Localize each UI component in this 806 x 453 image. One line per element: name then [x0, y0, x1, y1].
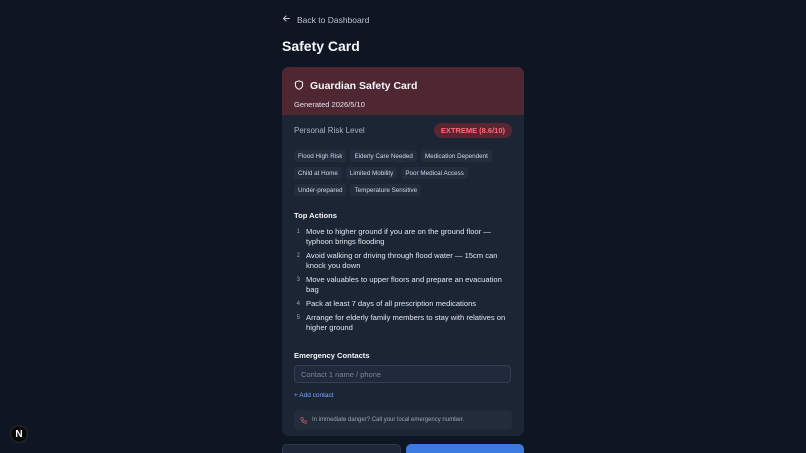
- risk-tag: Child at Home: [294, 167, 342, 179]
- action-item: 5 Arrange for elderly family members to …: [294, 313, 512, 333]
- risk-level-label: Personal Risk Level: [294, 125, 365, 135]
- action-number: 4: [296, 301, 300, 307]
- action-text: Move valuables to upper floors and prepa…: [306, 275, 502, 294]
- top-actions-heading: Top Actions: [294, 211, 338, 220]
- card-header: Guardian Safety Card Generated 2026/5/10: [282, 67, 524, 115]
- card-title: Guardian Safety Card: [310, 80, 418, 92]
- risk-tag: Medication Dependent: [420, 150, 492, 162]
- risk-tag: Elderly Care Needed: [350, 150, 417, 162]
- secondary-action-button[interactable]: [282, 444, 401, 453]
- shield-icon: [294, 77, 304, 95]
- nextjs-badge[interactable]: N: [10, 425, 28, 443]
- risk-tag: Poor Medical Access: [401, 167, 468, 179]
- phone-icon: [300, 411, 307, 429]
- emergency-notice-text: In immediate danger? Call your local eme…: [312, 417, 465, 423]
- generated-date: Generated 2026/5/10: [294, 100, 365, 109]
- risk-tag: Under-prepared: [294, 184, 347, 196]
- risk-tags: Flood High Risk Elderly Care Needed Medi…: [282, 150, 514, 196]
- top-actions-list: 1 Move to higher ground if you are on th…: [282, 227, 524, 333]
- action-number: 5: [296, 315, 300, 321]
- primary-action-button[interactable]: [406, 444, 524, 453]
- action-item: 4 Pack at least 7 days of all prescripti…: [294, 299, 512, 309]
- back-to-dashboard-link[interactable]: Back to Dashboard: [282, 14, 369, 25]
- risk-level-badge: EXTREME (8.6/10): [433, 122, 512, 138]
- action-text: Pack at least 7 days of all prescription…: [306, 299, 477, 308]
- safety-card: Guardian Safety Card Generated 2026/5/10…: [282, 67, 524, 436]
- contact-1-input[interactable]: [294, 365, 511, 383]
- risk-tag: Flood High Risk: [294, 150, 347, 162]
- risk-tag: Limited Mobility: [345, 167, 398, 179]
- action-number: 2: [296, 253, 300, 259]
- action-number: 3: [296, 277, 300, 283]
- page-title: Safety Card: [282, 38, 360, 54]
- add-contact-button[interactable]: + Add contact: [294, 392, 334, 399]
- back-label: Back to Dashboard: [297, 14, 370, 25]
- emergency-contacts-heading: Emergency Contacts: [294, 351, 370, 360]
- arrow-left-icon: [282, 14, 291, 25]
- action-text: Avoid walking or driving through flood w…: [306, 251, 498, 270]
- action-text: Arrange for elderly family members to st…: [306, 313, 506, 332]
- emergency-notice: In immediate danger? Call your local eme…: [294, 410, 512, 430]
- action-text: Move to higher ground if you are on the …: [306, 227, 491, 246]
- action-item: 3 Move valuables to upper floors and pre…: [294, 275, 512, 295]
- action-item: 1 Move to higher ground if you are on th…: [294, 227, 512, 247]
- risk-tag: Temperature Sensitive: [350, 184, 422, 196]
- action-item: 2 Avoid walking or driving through flood…: [294, 251, 512, 271]
- risk-level-row: Personal Risk Level EXTREME (8.6/10): [282, 122, 524, 138]
- action-number: 1: [296, 229, 300, 235]
